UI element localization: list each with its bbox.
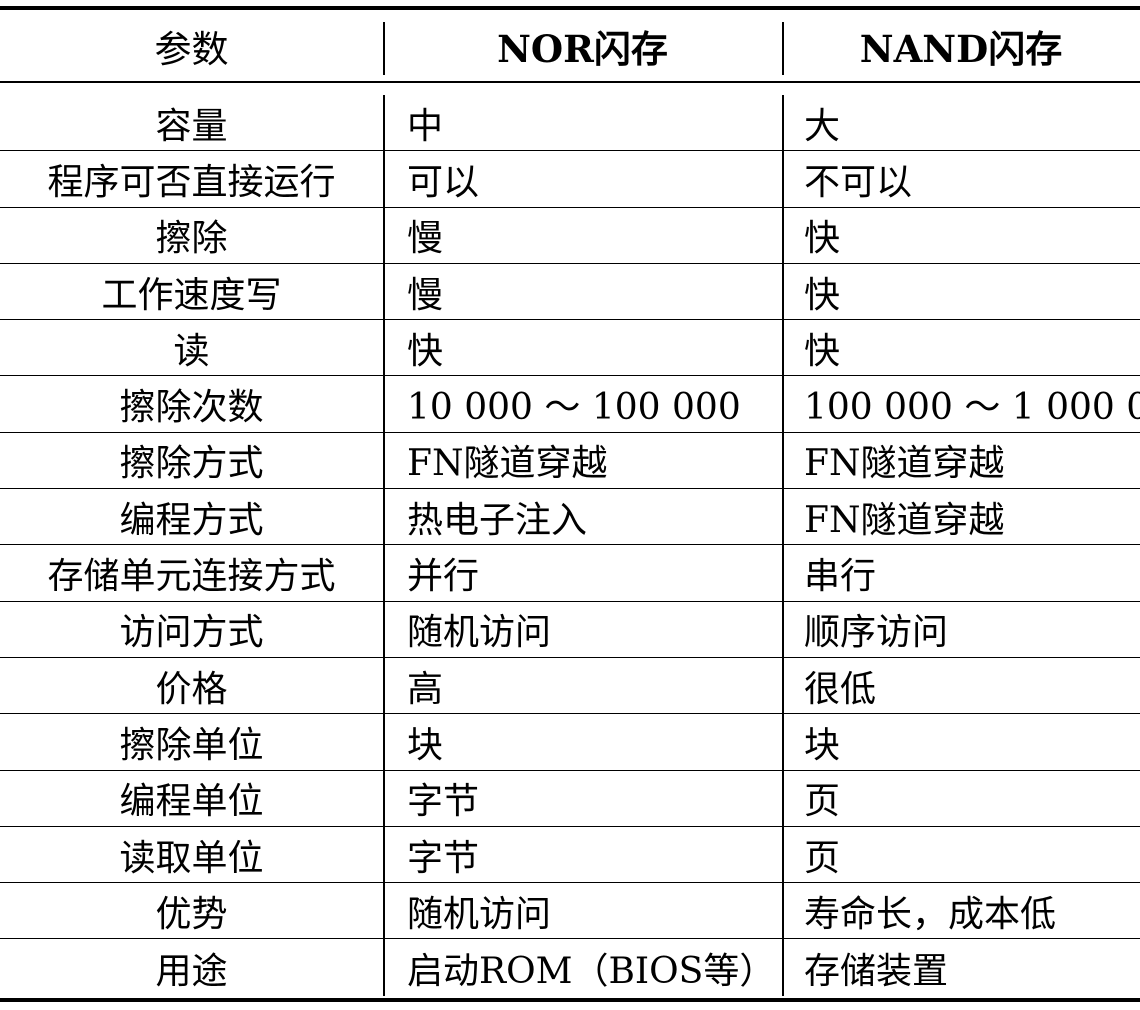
param-cell: 擦除次数 <box>119 387 264 429</box>
table-row: 存储单元连接方式 并行 串行 <box>0 545 1140 602</box>
param-cell: 用途 <box>155 950 228 992</box>
table-row: 用途 启动ROM（BIOS等） 存储装置 <box>0 939 1140 996</box>
table-body: 容量 中 大 程序可否直接运行 可以 不可以 擦除 慢 快 工作速度写 慢 快 … <box>0 95 1140 996</box>
nand-cell: 页 <box>782 770 1140 826</box>
nor-cell: FN隧道穿越 <box>383 432 782 489</box>
table-row: 擦除次数 10 000 ～ 100 000 100 000 ～ 1 000 00… <box>0 376 1140 433</box>
table-row: 读取单位 字节 页 <box>0 826 1140 884</box>
nand-cell: 存储装置 <box>782 939 1140 996</box>
nand-cell: 顺序访问 <box>782 601 1140 657</box>
table-row: 程序可否直接运行 可以 不可以 <box>0 151 1140 208</box>
nand-cell: 块 <box>782 714 1140 770</box>
param-cell: 读取单位 <box>119 837 264 879</box>
param-cell: 价格 <box>155 668 228 710</box>
table-row: 访问方式 随机访问 顺序访问 <box>0 601 1140 658</box>
param-cell: 擦除 <box>155 218 228 260</box>
table-row: 擦除方式 FN隧道穿越 FN隧道穿越 <box>0 432 1140 490</box>
nand-cell: 快 <box>782 320 1140 376</box>
nand-cell: 快 <box>782 263 1140 320</box>
nor-cell: 高 <box>383 657 782 714</box>
nand-cell: FN隧道穿越 <box>782 489 1140 545</box>
table-header-rule <box>0 81 1140 83</box>
nor-cell: 字节 <box>383 770 782 826</box>
nor-cell: 随机访问 <box>383 883 782 939</box>
nor-cell: 可以 <box>383 151 782 207</box>
nand-cell: FN隧道穿越 <box>782 432 1140 489</box>
nor-cell: 字节 <box>383 826 782 883</box>
nor-cell: 慢 <box>383 263 782 320</box>
param-cell: 读 <box>173 330 210 372</box>
table-row: 擦除单位 块 块 <box>0 714 1140 771</box>
param-cell: 优势 <box>155 893 228 935</box>
table-row: 编程单位 字节 页 <box>0 770 1140 827</box>
table-row: 容量 中 大 <box>0 95 1140 152</box>
param-cell: 程序可否直接运行 <box>47 161 336 203</box>
nor-cell: 快 <box>383 320 782 376</box>
table-row: 擦除 慢 快 <box>0 207 1140 264</box>
nor-cell: 随机访问 <box>383 601 782 657</box>
nand-cell: 寿命长，成本低 <box>782 883 1140 939</box>
param-cell: 访问方式 <box>119 612 264 654</box>
param-cell: 擦除方式 <box>119 443 264 485</box>
table-row: 编程方式 热电子注入 FN隧道穿越 <box>0 489 1140 546</box>
nand-cell: 大 <box>782 95 1140 151</box>
nor-cell: 启动ROM（BIOS等） <box>383 939 782 996</box>
table-row: 价格 高 很低 <box>0 657 1140 715</box>
param-cell: 擦除单位 <box>119 724 264 766</box>
nand-cell: 串行 <box>782 545 1140 601</box>
nor-cell: 慢 <box>383 207 782 263</box>
comparison-table: 参数 NOR闪存 NAND闪存 容量 中 大 程序可否直接运行 可以 不可以 擦… <box>0 0 1140 1010</box>
table-header-row: 参数 NOR闪存 NAND闪存 <box>0 10 1140 81</box>
table-row: 优势 随机访问 寿命长，成本低 <box>0 883 1140 940</box>
nand-cell: 快 <box>782 207 1140 263</box>
nand-cell: 页 <box>782 826 1140 883</box>
nor-cell: 10 000 ～ 100 000 <box>383 376 782 432</box>
nand-cell: 不可以 <box>782 151 1140 207</box>
param-cell: 存储单元连接方式 <box>47 556 336 598</box>
header-param: 参数 <box>154 27 229 71</box>
nand-cell: 很低 <box>782 657 1140 714</box>
nand-cell: 100 000 ～ 1 000 000 <box>782 376 1140 432</box>
header-nand-flash: NAND闪存 <box>782 10 1140 81</box>
nor-cell: 热电子注入 <box>383 489 782 545</box>
header-nor-flash: NOR闪存 <box>383 10 782 81</box>
nor-cell: 中 <box>383 95 782 151</box>
param-cell: 编程单位 <box>119 781 264 823</box>
table-row: 读 快 快 <box>0 320 1140 377</box>
nor-cell: 块 <box>383 714 782 770</box>
param-cell: 容量 <box>155 105 228 147</box>
nor-cell: 并行 <box>383 545 782 601</box>
param-cell: 编程方式 <box>119 499 264 541</box>
param-cell: 工作速度写 <box>101 274 282 316</box>
table-bottom-rule <box>0 998 1140 1002</box>
table-row: 工作速度写 慢 快 <box>0 263 1140 321</box>
